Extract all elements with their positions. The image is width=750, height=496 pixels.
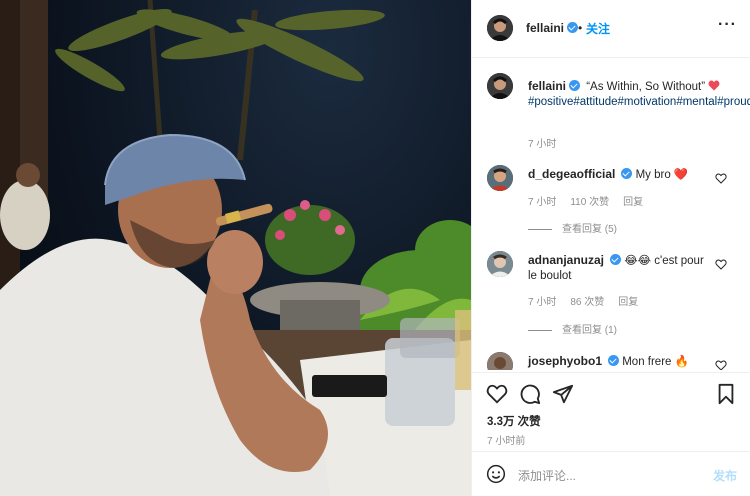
avatar[interactable] xyxy=(487,73,513,99)
view-replies[interactable]: 查看回复 (5) xyxy=(528,220,617,235)
comment-input[interactable]: 添加评论... xyxy=(518,467,576,484)
caption-body: “As Within, So Without” xyxy=(586,81,706,93)
caption-username[interactable]: fellaini xyxy=(528,79,581,93)
comment-emoji: ❤️ xyxy=(673,169,689,181)
post-header: fellaini • 关注 ··· xyxy=(472,0,750,58)
comments-list[interactable]: fellaini “As Within, So Without” #positi… xyxy=(472,58,750,370)
bookmark-icon[interactable] xyxy=(715,383,737,405)
post-time: 7 小时前 xyxy=(487,436,526,447)
comment-username[interactable]: josephyobo1 xyxy=(528,354,602,368)
caption-hashtags[interactable]: #positive#attitude#motivation#mental#pro… xyxy=(528,96,750,108)
caption-time: 7 小时 xyxy=(528,139,557,150)
verified-badge-icon xyxy=(567,22,579,33)
post-actions: 3.3万 次赞 7 小时前 xyxy=(472,372,750,462)
comment-body: Mon frere 🔥 xyxy=(622,356,689,368)
emoji-icon[interactable] xyxy=(486,464,506,484)
like-comment-icon[interactable] xyxy=(715,259,727,270)
separator-dot: • xyxy=(578,21,583,35)
avatar[interactable] xyxy=(487,352,513,370)
add-comment-bar: 添加评论... 发布 xyxy=(472,451,750,496)
verified-badge-icon xyxy=(621,168,633,179)
comment-icon[interactable] xyxy=(519,383,541,405)
avatar[interactable] xyxy=(487,15,513,41)
reply-button[interactable]: 回复 xyxy=(618,297,638,308)
comment-likes[interactable]: 110 次赞 xyxy=(570,197,609,208)
like-comment-icon[interactable] xyxy=(715,360,727,370)
follow-button[interactable]: 关注 xyxy=(586,20,610,37)
comment-likes[interactable]: 86 次赞 xyxy=(570,297,604,308)
divider xyxy=(528,228,552,230)
caption-text: fellaini “As Within, So Without” #positi… xyxy=(528,79,750,110)
post-comment-button[interactable]: 发布 xyxy=(713,467,737,484)
comment-text: d_degeaofficial My bro ❤️ xyxy=(528,167,711,183)
avatar[interactable] xyxy=(487,165,513,191)
comment-username[interactable]: d_degeaofficial xyxy=(528,167,615,181)
header-username[interactable]: fellaini xyxy=(526,21,579,35)
comment-time: 7 小时 xyxy=(528,197,557,208)
photo-illustration xyxy=(0,0,471,496)
comment-meta: 7 小时 86 次赞 回复 xyxy=(528,293,652,308)
comment-text: josephyobo1 Mon frere 🔥 xyxy=(528,354,711,370)
comment-body: My bro xyxy=(635,169,671,181)
comment-username[interactable]: adnanjanuzaj xyxy=(528,253,604,267)
likes-count[interactable]: 3.3万 次赞 xyxy=(487,413,541,429)
verified-badge-icon xyxy=(569,80,581,91)
avatar[interactable] xyxy=(487,251,513,277)
more-horizontal-icon[interactable]: ··· xyxy=(718,16,737,34)
reply-button[interactable]: 回复 xyxy=(623,197,643,208)
divider xyxy=(528,329,552,331)
post-photo[interactable] xyxy=(0,0,471,496)
verified-badge-icon xyxy=(608,355,620,366)
comment-time: 7 小时 xyxy=(528,297,557,308)
verified-badge-icon xyxy=(610,254,622,265)
like-comment-icon[interactable] xyxy=(715,173,727,184)
heart-icon[interactable] xyxy=(486,383,508,405)
comment-meta: 7 小时 110 次赞 回复 xyxy=(528,193,657,208)
share-icon[interactable] xyxy=(552,383,574,405)
heart-emoji-icon xyxy=(708,80,720,91)
view-replies[interactable]: 查看回复 (1) xyxy=(528,321,617,336)
post-sidebar: fellaini • 关注 ··· fellaini “As Within, S… xyxy=(471,0,750,496)
comment-text: adnanjanuzaj 😂😂 c'est pour le boulot xyxy=(528,253,711,284)
